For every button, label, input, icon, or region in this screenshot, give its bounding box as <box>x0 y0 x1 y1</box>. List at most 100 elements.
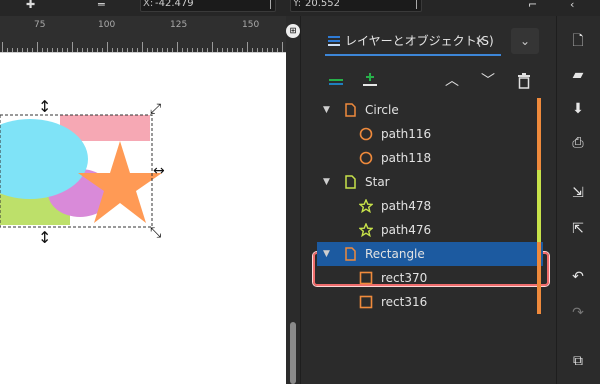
ruler-label: 125 <box>170 20 188 30</box>
panel-toolbar: ︿ ﹀ <box>301 64 545 98</box>
layer-color-indicator <box>537 98 541 122</box>
ruler-tick <box>247 42 248 52</box>
redo-icon: ↷ <box>572 305 584 321</box>
print-button[interactable]: ⎙ <box>565 132 591 154</box>
x-spinner[interactable] <box>270 0 271 9</box>
scrollbar-thumb[interactable] <box>290 322 296 384</box>
layer-color-indicator <box>537 146 541 170</box>
resize-handle-bottom-icon: ↕ <box>38 228 51 247</box>
tree-item-label: path476 <box>381 223 432 237</box>
duplicate-button[interactable]: ⧉ <box>565 350 591 372</box>
tree-item-row[interactable]: rect316 <box>317 290 543 314</box>
object-tree: ▼ Circle path116 path118 ▼ Star path478 path476… <box>317 98 545 384</box>
group-icon <box>345 103 356 117</box>
y-coordinate-field[interactable]: Y: 20.552 <box>290 0 422 12</box>
horizontal-ruler: 75 100 125 150 <box>0 16 286 52</box>
expand-arrow-icon[interactable]: ▼ <box>323 242 330 266</box>
tree-item-row[interactable]: rect370 <box>317 266 543 290</box>
layer-color-indicator <box>537 242 541 266</box>
y-value: 20.552 <box>305 0 340 9</box>
chevron-down-icon: ⌄ <box>519 34 531 48</box>
delete-button[interactable] <box>513 70 535 92</box>
import-icon: ⇲ <box>572 185 584 201</box>
move-down-button[interactable]: ﹀ <box>477 70 499 92</box>
tree-item-label: path478 <box>381 199 432 213</box>
ruler-label: 75 <box>34 20 46 30</box>
close-icon[interactable]: ✕ <box>475 26 485 56</box>
rectangle-icon <box>359 271 373 285</box>
tree-item-label: path118 <box>381 151 432 165</box>
ruler-tick <box>107 42 108 52</box>
tree-item-row[interactable]: path116 <box>317 122 543 146</box>
import-button[interactable]: ⇲ <box>565 182 591 204</box>
group-icon <box>345 175 356 189</box>
vertical-scrollbar[interactable] <box>286 40 300 384</box>
lock-icon[interactable]: ⌐ <box>528 0 537 10</box>
add-layer-button[interactable] <box>325 70 347 92</box>
layer-color-indicator <box>537 122 541 146</box>
redo-button[interactable]: ↷ <box>565 302 591 324</box>
x-label: X: <box>143 0 154 9</box>
add-layer-icon <box>329 79 343 85</box>
group-icon <box>345 247 356 261</box>
x-value: -42.479 <box>155 0 194 9</box>
layer-color-indicator <box>537 290 541 314</box>
circle-icon <box>359 151 373 165</box>
star-icon <box>359 199 373 213</box>
tree-item-label: Rectangle <box>365 247 425 261</box>
circle-icon <box>359 127 373 141</box>
drawing-canvas[interactable]: ↕ ↕ ⤢ ⤡ ↔ <box>0 52 286 384</box>
open-button[interactable]: ▰ <box>565 64 591 86</box>
tree-item-row[interactable]: path476 <box>317 218 543 242</box>
ruler-tick <box>177 42 178 52</box>
export-button[interactable]: ⇱ <box>565 218 591 240</box>
save-button[interactable]: ⬇ <box>565 98 591 120</box>
commands-bar: 🗋 ▰ ⬇ ⎙ ⇲ ⇱ ↶ ↷ ⧉ <box>556 16 600 384</box>
rectangle-icon <box>359 295 373 309</box>
layer-color-indicator <box>537 266 541 290</box>
trash-icon <box>518 73 530 89</box>
layer-color-indicator <box>537 170 541 194</box>
ruler-tick <box>72 42 73 52</box>
ruler-tick <box>212 42 213 52</box>
new-document-button[interactable]: 🗋 <box>565 30 591 52</box>
y-spinner[interactable] <box>416 0 417 9</box>
align-icon[interactable]: ═ <box>98 0 105 10</box>
ruler-tick <box>2 42 3 52</box>
ruler-tick <box>37 42 38 52</box>
panel-menu-dropdown[interactable]: ⌄ <box>511 28 539 54</box>
add-sublayer-button[interactable] <box>359 70 381 92</box>
panel-tabbar: レイヤーとオブジェクト(S) ✕ ⌄ <box>301 16 545 64</box>
undo-button[interactable]: ↶ <box>565 266 591 288</box>
chevron-up-icon: ︿ <box>445 73 459 89</box>
chevron-left-icon[interactable]: ‹ <box>570 0 574 10</box>
x-coordinate-field[interactable]: X: -42.479 <box>140 0 276 12</box>
tree-group-row[interactable]: ▼ Star <box>317 170 543 194</box>
tree-group-row[interactable]: ▼ Circle <box>317 98 543 122</box>
move-up-button[interactable]: ︿ <box>441 70 463 92</box>
tab-title: レイヤーとオブジェクト(S) <box>345 34 494 48</box>
tree-item-row[interactable]: path478 <box>317 194 543 218</box>
tree-item-label: path116 <box>381 127 432 141</box>
canvas-drawing: ↕ ↕ ⤢ ⤡ ↔ <box>0 97 165 247</box>
tree-item-label: Star <box>365 175 390 189</box>
add-icon[interactable]: ✚ <box>26 0 35 10</box>
layers-objects-panel: レイヤーとオブジェクト(S) ✕ ⌄ ︿ ﹀ ▼ Circle path116 … <box>300 16 549 384</box>
expand-arrow-icon[interactable]: ▼ <box>323 98 330 122</box>
expand-arrow-icon[interactable]: ▼ <box>323 170 330 194</box>
folder-icon: ▰ <box>572 67 584 83</box>
tree-item-label: rect370 <box>381 271 428 285</box>
zoom-corner-icon[interactable]: ⊞ <box>286 24 300 38</box>
add-sublayer-icon <box>363 73 377 86</box>
y-label: Y: <box>293 0 302 9</box>
resize-handle-top-icon: ↕ <box>38 97 51 116</box>
layers-icon <box>328 36 340 46</box>
ruler-label: 150 <box>242 20 260 30</box>
top-toolbar: ✚ ═ X: -42.479 Y: 20.552 ⌐ ‹ <box>0 0 600 16</box>
tree-group-row[interactable]: ▼ Rectangle <box>317 242 543 266</box>
ruler-tick <box>142 42 143 52</box>
tab-layers-objects[interactable]: レイヤーとオブジェクト(S) ✕ <box>325 26 501 56</box>
undo-icon: ↶ <box>572 269 584 285</box>
tree-item-row[interactable]: path118 <box>317 146 543 170</box>
chevron-down-icon: ﹀ <box>481 73 495 89</box>
